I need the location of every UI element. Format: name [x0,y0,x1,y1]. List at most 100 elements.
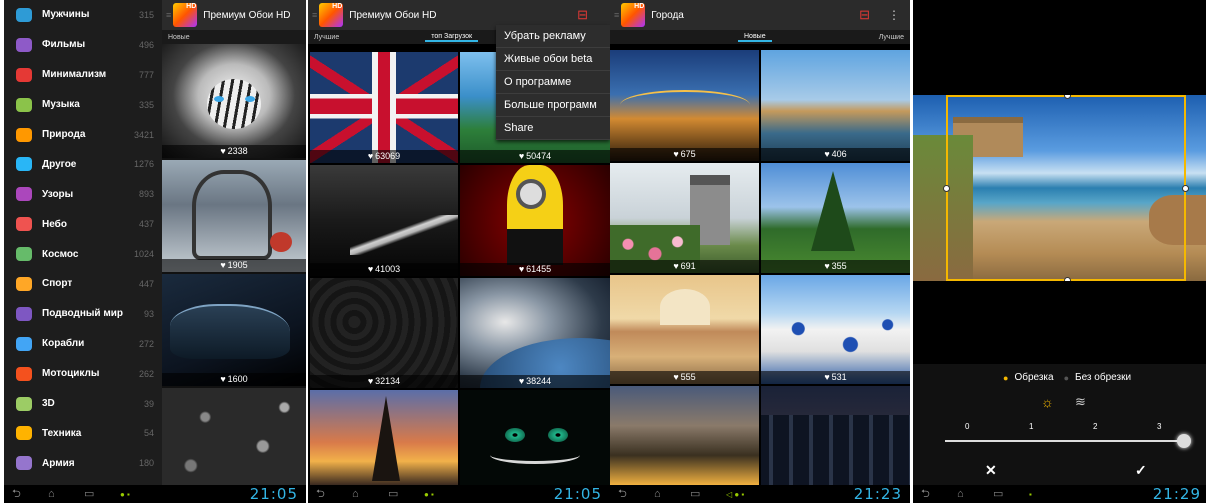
category-item[interactable]: Техника 54 [4,418,162,448]
minion-goggle [516,179,546,209]
category-item[interactable]: Минимализм 777 [4,60,162,90]
system-navbar: ⮌ ⌂ ▭ ▪ 21:29 [913,485,1206,503]
category-item[interactable]: Фильмы 496 [4,30,162,60]
category-count: 262 [138,368,154,379]
crop-handle-bottom[interactable] [1064,277,1071,281]
category-item[interactable]: Музыка 335 [4,90,162,120]
wallpaper-tile[interactable] [761,386,910,485]
category-item[interactable]: Узоры 893 [4,179,162,209]
cancel-button[interactable]: ✕ [985,462,997,479]
wallpaper-tile[interactable]: ♥ 1905 [162,160,306,272]
app-logo[interactable]: HD [621,3,646,27]
category-count: 437 [138,219,154,230]
wallpaper-tile[interactable]: ♥ 691 [610,163,759,273]
back-icon[interactable]: ⮌ [316,489,330,500]
blur-icon[interactable]: ≋ [1075,394,1086,410]
confirm-button[interactable]: ✓ [1135,462,1147,479]
crop-handle-left[interactable] [943,185,950,192]
wallpaper-tile[interactable]: ♥ 32134 [310,278,458,388]
category-item[interactable]: Корабли 272 [4,329,162,359]
menu-item[interactable]: О программе [496,71,610,94]
recents-icon[interactable]: ▭ [993,489,1007,500]
wallpaper-tile[interactable] [610,386,759,485]
tab-best[interactable]: Лучшие [308,34,345,41]
wallpaper-tile[interactable]: ♥ 61455 [460,165,610,276]
drawer-indicator-icon[interactable]: ≡ [614,10,619,20]
menu-item[interactable]: Share [496,117,610,140]
category-item[interactable]: Армия 180 [4,448,162,478]
category-count: 93 [143,308,154,319]
wallpaper-tile[interactable]: ♥ 531 [761,275,910,384]
category-icon [16,97,32,112]
tab-top-downloads[interactable]: топ Загрузок [425,33,479,42]
category-item[interactable]: Мотоциклы 262 [4,359,162,389]
slider-thumb[interactable] [1177,434,1191,448]
home-icon[interactable]: ⌂ [48,489,62,500]
crop-frame[interactable] [943,95,1189,281]
category-label: Другое [42,158,77,170]
home-icon[interactable]: ⌂ [654,489,668,500]
wallpaper-tile[interactable] [460,390,610,485]
back-icon[interactable]: ⮌ [12,489,26,500]
drawer-indicator-icon[interactable]: ≡ [312,10,317,20]
home-icon[interactable]: ⌂ [352,489,366,500]
tab-new[interactable]: Новые [162,34,196,41]
category-item[interactable]: Небо 437 [4,209,162,239]
crop-handle-top[interactable] [1064,95,1071,99]
wallpaper-tile[interactable]: ♥ 41003 [310,165,458,276]
wallpaper-tile[interactable] [162,388,306,485]
category-label: Спорт [42,278,73,290]
category-icon [16,37,32,52]
blur-slider[interactable] [945,434,1191,448]
tab-new[interactable]: Новые [738,33,772,42]
car-body [170,304,290,359]
category-count: 335 [138,99,154,110]
wallpaper-tile[interactable]: ♥ 2338 [162,44,306,158]
cat-eye-left [505,428,525,442]
wallpaper-tile[interactable]: ♥ 675 [610,50,759,161]
category-label: Космос [42,248,79,260]
category-count: 54 [143,428,154,439]
gift-icon[interactable]: ⊟ [577,7,588,23]
screen-cities: ≡ HD Города ⊟ ⋮ Новые Лучшие ♥ 675 ♥ 406 ♥… [610,0,910,503]
wallpaper-tile[interactable]: ♥ 1600 [162,274,306,386]
wallpaper-tile[interactable] [310,390,458,485]
wallpaper-tile[interactable]: ♥ 63069 [310,52,458,163]
menu-item[interactable]: Убрать рекламу [496,25,610,48]
wallpaper-tile[interactable]: ♥ 38244 [460,278,610,388]
crop-handle-right[interactable] [1182,185,1189,192]
category-item[interactable]: 3D 39 [4,389,162,419]
category-item[interactable]: Мужчины 315 [4,0,162,30]
wallpaper-tile[interactable]: ♥ 355 [761,163,910,273]
no-crop-option[interactable]: Без обрезки [1075,372,1131,383]
app-logo[interactable]: HD [173,3,198,27]
app-logo[interactable]: HD [319,3,344,27]
category-icon [16,157,32,172]
crop-option[interactable]: Обрезка [1014,372,1053,383]
category-count: 496 [138,39,154,50]
wallpaper-tile[interactable]: ♥ 406 [761,50,910,161]
gift-icon[interactable]: ⊟ [859,7,870,23]
taj-mahal [660,289,710,325]
back-icon[interactable]: ⮌ [921,489,935,500]
category-item[interactable]: Другое 1276 [4,149,162,179]
brightness-icon[interactable]: ☼ [1041,394,1054,410]
category-item[interactable]: Спорт 447 [4,269,162,299]
menu-item[interactable]: Больше программ [496,94,610,117]
tick-3: 3 [1157,422,1162,431]
radio-selected-icon[interactable]: ● [1003,373,1008,383]
home-icon[interactable]: ⌂ [957,489,971,500]
category-item[interactable]: Подводный мир 93 [4,299,162,329]
category-item[interactable]: Природа 3421 [4,120,162,150]
wallpaper-tile[interactable]: ♥ 555 [610,275,759,384]
radio-unselected-icon[interactable]: ● [1064,373,1069,383]
tab-best[interactable]: Лучшие [873,34,910,41]
category-item[interactable]: Космос 1024 [4,239,162,269]
recents-icon[interactable]: ▭ [388,489,402,500]
back-icon[interactable]: ⮌ [618,489,632,500]
menu-item[interactable]: Живые обои beta [496,48,610,71]
recents-icon[interactable]: ▭ [690,489,704,500]
overflow-menu-icon[interactable]: ⋮ [888,8,900,22]
drawer-indicator-icon[interactable]: ≡ [166,10,171,20]
recents-icon[interactable]: ▭ [84,489,98,500]
